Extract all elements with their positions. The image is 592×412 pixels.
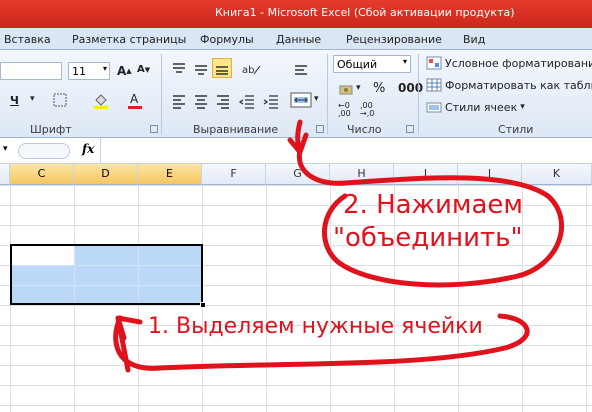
annotation-step2-line2: "объединить"	[333, 223, 523, 253]
annotation-step1: 1. Выделяем нужные ячейки	[148, 314, 483, 339]
arrow-to-merge-icon	[287, 119, 309, 155]
arrow-to-selection-icon	[115, 315, 143, 373]
annotation-step2-line1: 2. Нажимаем	[343, 190, 524, 220]
